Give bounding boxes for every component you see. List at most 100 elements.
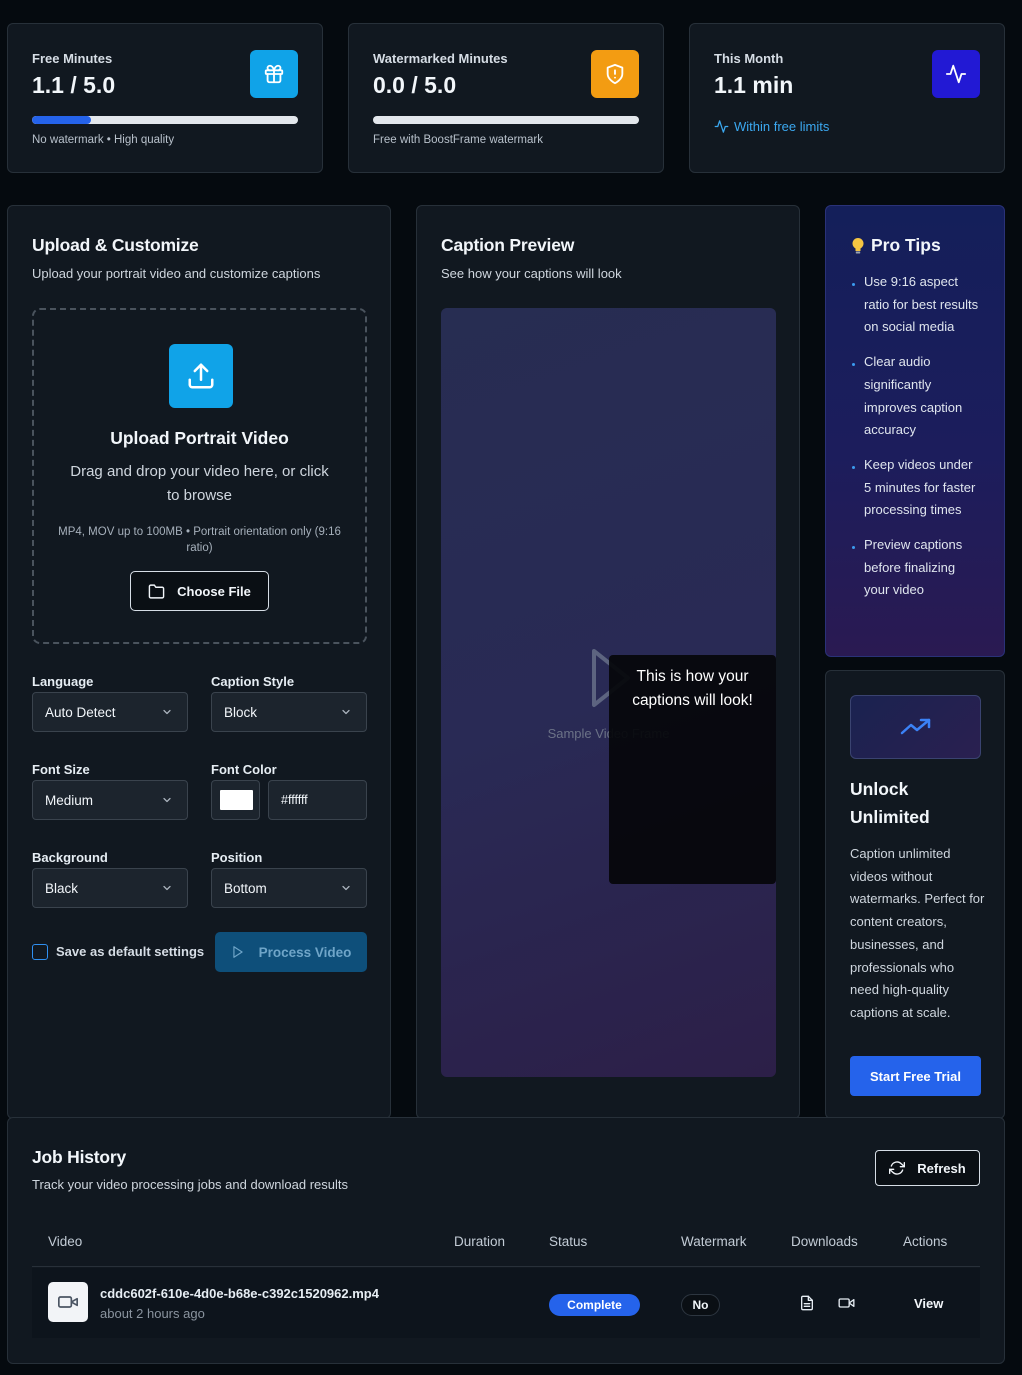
job-history-title: Job History: [32, 1147, 127, 1167]
refresh-label: Refresh: [917, 1160, 966, 1176]
column-header-actions: Actions: [903, 1234, 948, 1249]
chevron-down-icon: [342, 885, 350, 891]
language-select[interactable]: Auto Detect: [32, 692, 188, 732]
save-default-label[interactable]: Save as default settings: [56, 944, 204, 959]
pro-tips-heading: Pro Tips: [871, 235, 941, 255]
lightbulb-icon: [852, 237, 864, 253]
within-limits-text: Within free limits: [734, 119, 830, 134]
pro-tips-panel: Pro Tips Use 9:16 aspect ratio for best …: [825, 205, 1005, 657]
background-value: Black: [45, 880, 79, 896]
process-video-button[interactable]: Process Video: [215, 932, 367, 972]
table-header-divider: [32, 1266, 980, 1267]
column-header-watermark: Watermark: [681, 1234, 747, 1249]
download-video-icon[interactable]: [838, 1295, 855, 1311]
preview-title: Caption Preview: [441, 235, 575, 255]
preview-subtitle: See how your captions will look: [441, 266, 622, 281]
background-label: Background: [32, 850, 108, 865]
watermarked-minutes-value: 0.0 / 5.0: [373, 72, 457, 98]
dropzone-title: Upload Portrait Video: [110, 428, 289, 448]
video-thumbnail-icon: [48, 1282, 88, 1322]
gift-icon: [250, 50, 298, 98]
unlock-unlimited-panel: Unlock Unlimited Caption unlimited video…: [825, 670, 1005, 1119]
refresh-button[interactable]: Refresh: [875, 1150, 980, 1186]
video-preview-frame: Sample Video Frame This is how your capt…: [441, 308, 776, 1077]
free-minutes-value: 1.1 / 5.0: [32, 72, 116, 98]
caption-style-label: Caption Style: [211, 674, 295, 689]
folder-icon: [148, 583, 165, 599]
tip-item: Keep videos under 5 minutes for faster p…: [850, 454, 980, 522]
font-size-value: Medium: [45, 792, 94, 808]
watermarked-minutes-note: Free with BoostFrame watermark: [373, 134, 543, 146]
upload-panel: Upload & Customize Upload your portrait …: [7, 205, 391, 1119]
this-month-card: This Month 1.1 min Within free limits: [689, 23, 1005, 173]
position-select[interactable]: Bottom: [211, 868, 367, 908]
dropzone-description: Drag and drop your video here, or click …: [70, 463, 329, 504]
start-free-trial-button[interactable]: Start Free Trial: [850, 1056, 981, 1096]
language-label: Language: [32, 674, 94, 689]
job-timestamp: about 2 hours ago: [100, 1306, 205, 1321]
font-color-preview: [220, 790, 253, 810]
refresh-icon: [889, 1161, 906, 1175]
caption-text: This is how your captions will look!: [632, 668, 753, 709]
chevron-down-icon: [342, 709, 350, 715]
caption-overlay: This is how your captions will look!: [609, 655, 776, 884]
job-history-subtitle: Track your video processing jobs and dow…: [32, 1177, 349, 1192]
within-limits-status: Within free limits: [714, 119, 829, 134]
chevron-down-icon: [163, 885, 171, 891]
font-size-label: Font Size: [32, 762, 90, 777]
download-transcript-icon[interactable]: [799, 1295, 815, 1311]
chevron-down-icon: [163, 797, 171, 803]
dropzone-hint: MP4, MOV up to 100MB • Portrait orientat…: [58, 526, 341, 554]
pro-tips-title: Pro Tips: [850, 235, 941, 256]
play-icon: [232, 946, 243, 958]
position-label: Position: [211, 850, 263, 865]
column-header-duration: Duration: [454, 1234, 506, 1249]
free-minutes-card: Free Minutes 1.1 / 5.0 No watermark • Hi…: [7, 23, 323, 173]
chevron-down-icon: [163, 709, 171, 715]
caption-preview-panel: Caption Preview See how your captions wi…: [416, 205, 800, 1119]
watermarked-minutes-progress: [373, 116, 639, 124]
tip-item: Clear audio significantly improves capti…: [850, 351, 980, 442]
font-color-input[interactable]: #ffffff: [268, 780, 367, 820]
choose-file-button[interactable]: Choose File: [130, 571, 269, 611]
status-badge: Complete: [549, 1294, 640, 1316]
free-minutes-note: No watermark • High quality: [32, 134, 175, 146]
tip-item: Preview captions before finalizing your …: [850, 534, 980, 602]
choose-file-label: Choose File: [177, 583, 251, 599]
free-minutes-progress: [32, 116, 298, 124]
pro-tips-list: Use 9:16 aspect ratio for best results o…: [850, 271, 980, 614]
font-color-swatch[interactable]: [211, 780, 260, 820]
font-size-select[interactable]: Medium: [32, 780, 188, 820]
process-video-label: Process Video: [258, 944, 352, 960]
upload-icon: [169, 344, 233, 408]
free-minutes-label: Free Minutes: [32, 51, 113, 66]
tip-item: Use 9:16 aspect ratio for best results o…: [850, 271, 980, 339]
caption-style-value: Block: [224, 704, 258, 720]
watermark-badge: No: [681, 1294, 720, 1316]
shield-icon: [591, 50, 639, 98]
upload-title: Upload & Customize: [32, 235, 199, 255]
caption-style-select[interactable]: Block: [211, 692, 367, 732]
this-month-value: 1.1 min: [714, 72, 794, 98]
upload-subtitle: Upload your portrait video and customize…: [32, 266, 321, 281]
job-filename: cddc602f-610e-4d0e-b68e-c392c1520962.mp4: [100, 1286, 379, 1301]
save-default-checkbox[interactable]: [32, 944, 48, 960]
video-dropzone[interactable]: Upload Portrait Video Drag and drop your…: [32, 308, 367, 644]
trending-up-icon: [850, 695, 981, 759]
activity-icon: [932, 50, 980, 98]
font-color-value: #ffffff: [281, 793, 308, 807]
table-row: cddc602f-610e-4d0e-b68e-c392c1520962.mp4…: [32, 1268, 980, 1338]
unlock-description: Caption unlimited videos without waterma…: [850, 846, 985, 1020]
language-value: Auto Detect: [45, 704, 116, 720]
font-color-label: Font Color: [211, 762, 277, 777]
background-select[interactable]: Black: [32, 868, 188, 908]
this-month-label: This Month: [714, 51, 784, 66]
watermarked-minutes-label: Watermarked Minutes: [373, 51, 508, 66]
pulse-icon: [714, 120, 729, 133]
column-header-status: Status: [549, 1234, 588, 1249]
column-header-video: Video: [48, 1234, 83, 1249]
watermarked-minutes-card: Watermarked Minutes 0.0 / 5.0 Free with …: [348, 23, 664, 173]
view-job-button[interactable]: View: [914, 1296, 943, 1311]
unlock-title: Unlock Unlimited: [850, 779, 930, 827]
job-history-panel: Job History Track your video processing …: [7, 1117, 1005, 1364]
